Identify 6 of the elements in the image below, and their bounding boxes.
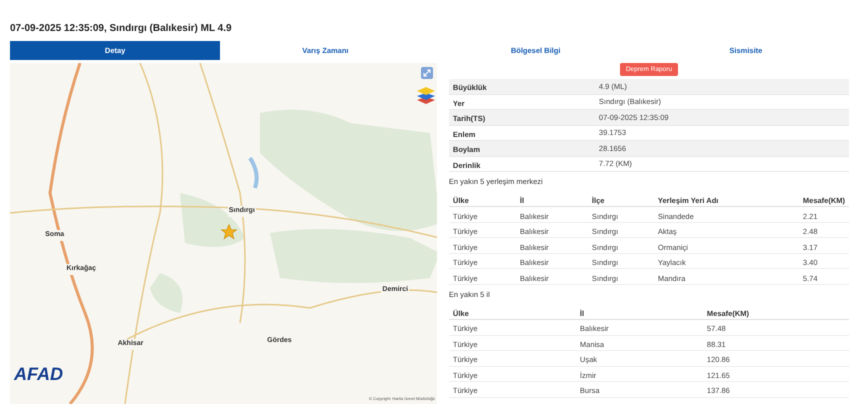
afad-logo: AFAD bbox=[14, 363, 63, 386]
expand-icon bbox=[422, 69, 431, 77]
layers-icon[interactable] bbox=[416, 85, 435, 105]
page-title: 07-09-2025 12:35:09, Sındırgı (Balıkesir) ML 4.9 bbox=[10, 22, 232, 36]
star-marker-icon bbox=[220, 223, 238, 241]
fullscreen-button[interactable] bbox=[420, 67, 433, 79]
